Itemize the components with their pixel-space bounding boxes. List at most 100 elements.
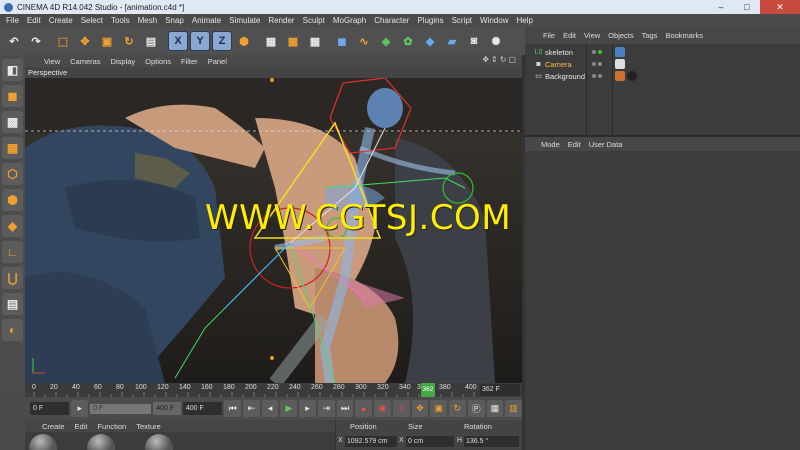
menu-simulate[interactable]: Simulate: [225, 16, 264, 25]
object-row-camera[interactable]: ◙ Camera: [525, 58, 800, 70]
key-parameter-icon[interactable]: Ⓟ: [467, 400, 485, 417]
subdivision-icon[interactable]: ◈: [376, 31, 396, 51]
z-axis-button[interactable]: Z: [212, 31, 232, 51]
current-frame-field[interactable]: 362 F: [480, 384, 520, 396]
menu-plugins[interactable]: Plugins: [413, 16, 447, 25]
objects-menu-tags[interactable]: Tags: [638, 31, 662, 40]
viewport-navigation-icons[interactable]: ✥⇕↻▢: [482, 55, 518, 64]
menu-help[interactable]: Help: [512, 16, 536, 25]
viewport-3d-view[interactable]: WWW.CGTSJ.COM: [25, 78, 522, 383]
material-tag-icon[interactable]: [615, 71, 625, 81]
go-to-end-icon[interactable]: ⏭: [336, 400, 354, 417]
edges-mode-icon[interactable]: ⬢: [2, 189, 23, 211]
object-name[interactable]: skeleton: [545, 48, 573, 57]
close-button[interactable]: ✕: [760, 0, 800, 14]
menu-render[interactable]: Render: [264, 16, 298, 25]
render-settings-icon[interactable]: ▦: [305, 31, 325, 51]
compositing-tag-icon[interactable]: [615, 47, 625, 57]
target-tag-icon[interactable]: [615, 59, 625, 69]
maximize-button[interactable]: □: [734, 0, 760, 14]
render-view-icon[interactable]: ▦: [261, 31, 281, 51]
key-position-icon[interactable]: ✥: [411, 400, 429, 417]
objects-menu-edit[interactable]: Edit: [559, 31, 580, 40]
go-to-start-icon[interactable]: ⏮: [224, 400, 241, 417]
scale-icon[interactable]: ▣: [97, 31, 117, 51]
make-editable-icon[interactable]: ◧: [2, 59, 23, 81]
rotate-icon[interactable]: ↻: [119, 31, 139, 51]
object-name[interactable]: Camera: [545, 60, 572, 69]
autokeying-icon[interactable]: ◉: [374, 400, 391, 417]
menu-character[interactable]: Character: [370, 16, 413, 25]
size-x-field[interactable]: 0 cm: [406, 436, 454, 447]
polygons-mode-icon[interactable]: ◆: [2, 215, 23, 237]
undo-icon[interactable]: ↶: [4, 31, 24, 51]
material-menu-texture[interactable]: Texture: [131, 422, 166, 431]
camera-icon[interactable]: ◙: [464, 31, 484, 51]
planar-workplane-icon[interactable]: ◐: [2, 319, 23, 341]
floor-icon[interactable]: ▰: [442, 31, 462, 51]
enable-dot[interactable]: [598, 62, 602, 66]
texture-tag-icon[interactable]: [627, 71, 637, 81]
spline-pen-icon[interactable]: ∿: [354, 31, 374, 51]
render-picture-viewer-icon[interactable]: ▦: [283, 31, 303, 51]
objects-menu-view[interactable]: View: [580, 31, 604, 40]
object-row-background[interactable]: ▭ Background: [525, 70, 800, 82]
record-keys-icon[interactable]: ●: [355, 400, 373, 417]
start-frame-stepper-icon[interactable]: ▸: [71, 400, 89, 417]
material-swatch[interactable]: [29, 434, 57, 450]
position-x-field[interactable]: 1092.579 cm: [345, 436, 397, 447]
workplane-mode-icon[interactable]: ▦: [2, 137, 23, 159]
object-row-skeleton[interactable]: L0 skeleton: [525, 46, 800, 58]
object-name[interactable]: Background: [545, 72, 585, 81]
attributes-menu-user-data[interactable]: User Data: [585, 140, 627, 149]
menu-script[interactable]: Script: [448, 16, 476, 25]
texture-mode-icon[interactable]: ▩: [2, 111, 23, 133]
menu-window[interactable]: Window: [476, 16, 512, 25]
end-frame-field[interactable]: 400 F: [182, 402, 223, 415]
material-menu-function[interactable]: Function: [92, 422, 131, 431]
start-frame-field[interactable]: 0 F: [30, 402, 70, 415]
material-swatch[interactable]: [87, 434, 115, 450]
next-key-icon[interactable]: ⇥: [317, 400, 335, 417]
viewport-menu-options[interactable]: Options: [140, 57, 176, 66]
viewport-menu-view[interactable]: View: [39, 57, 65, 66]
snap-icon[interactable]: ⋃: [2, 267, 23, 289]
objects-menu-file[interactable]: File: [539, 31, 559, 40]
play-icon[interactable]: ▶: [280, 400, 298, 417]
enable-dot[interactable]: [598, 74, 602, 78]
key-rotation-icon[interactable]: ↻: [449, 400, 466, 417]
previous-frame-icon[interactable]: ◂: [261, 400, 279, 417]
menu-tools[interactable]: Tools: [107, 16, 134, 25]
x-axis-button[interactable]: X: [168, 31, 188, 51]
viewport-menu-panel[interactable]: Panel: [203, 57, 232, 66]
attributes-menu-mode[interactable]: Mode: [537, 140, 564, 149]
timeline-window-icon[interactable]: ▥: [505, 400, 523, 417]
visibility-dot[interactable]: [592, 50, 596, 54]
key-pla-icon[interactable]: ▦: [486, 400, 504, 417]
rotation-h-field[interactable]: 136.5 °: [464, 436, 519, 447]
material-menu-edit[interactable]: Edit: [70, 422, 93, 431]
menu-snap[interactable]: Snap: [161, 16, 188, 25]
menu-select[interactable]: Select: [77, 16, 107, 25]
menu-file[interactable]: File: [2, 16, 23, 25]
recent-tools-icon[interactable]: ▤: [141, 31, 161, 51]
timeline-ruler[interactable]: 0 20 40 60 80 100 120 140 160 180 200 22…: [25, 383, 522, 397]
menu-animate[interactable]: Animate: [188, 16, 225, 25]
redo-icon[interactable]: ↷: [26, 31, 46, 51]
objects-menu-bookmarks[interactable]: Bookmarks: [661, 31, 707, 40]
menu-edit[interactable]: Edit: [23, 16, 45, 25]
cube-icon[interactable]: ◼: [332, 31, 352, 51]
y-axis-button[interactable]: Y: [190, 31, 210, 51]
points-mode-icon[interactable]: ⬡: [2, 163, 23, 185]
visibility-dot[interactable]: [592, 74, 596, 78]
key-scale-icon[interactable]: ▣: [430, 400, 448, 417]
workplane-lock-icon[interactable]: ▤: [2, 293, 23, 315]
light-icon[interactable]: ✺: [486, 31, 506, 51]
frame-range-slider[interactable]: 0 F: [90, 403, 152, 414]
coordinate-system-icon[interactable]: ⬢: [234, 31, 254, 51]
menu-mograph[interactable]: MoGraph: [329, 16, 370, 25]
move-icon[interactable]: ✥: [75, 31, 95, 51]
material-menu-create[interactable]: Create: [37, 422, 70, 431]
viewport-menu-filter[interactable]: Filter: [176, 57, 203, 66]
menu-sculpt[interactable]: Sculpt: [299, 16, 329, 25]
